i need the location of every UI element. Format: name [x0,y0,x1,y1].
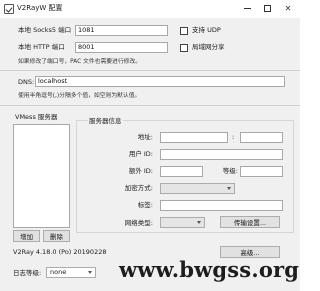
port-change-note: 如果修改了端口号，PAC 文件也需要进行修改。 [18,59,142,65]
chevron-down-icon [197,221,201,224]
chevron-down-icon [88,271,92,274]
user-id-input[interactable] [160,149,283,160]
tag-label: 标签: [137,201,153,209]
server-info-group-label: 服务器信息 [88,117,123,126]
extra-id-label: 额外 ID: [128,167,153,175]
minimize-icon [243,8,251,9]
divider [0,105,300,106]
tag-input[interactable] [160,200,283,211]
add-server-button[interactable]: 增加 [13,230,40,242]
level-label: 等级: [222,167,238,175]
extra-id-input[interactable] [160,166,203,177]
address-label: 地址: [137,133,153,141]
log-level-value: none [50,268,67,276]
socks-port-label: 本地 Socks5 端口 [18,26,72,34]
dns-label: DNS: [18,78,35,86]
maximize-icon [263,5,271,12]
http-port-label: 本地 HTTP 端口 [18,43,65,51]
minimize-button[interactable] [240,2,254,15]
security-label: 加密方式: [124,184,153,192]
port-separator: : [232,133,235,141]
maximize-button[interactable] [260,2,274,15]
network-label: 网络类型: [124,219,153,227]
window-title: V2RayW 配置 [17,4,63,12]
app-logo-icon [4,4,14,14]
log-level-label: 日志等级: [13,269,42,277]
vmess-group-label: VMess 服务器 [15,113,58,121]
dns-note: 使用半角逗号(,)分隔多个值，如空则为默认值。 [18,93,141,99]
network-select[interactable] [160,217,205,228]
close-icon: ✕ [284,4,292,13]
security-select[interactable] [160,183,235,194]
http-port-input[interactable]: 8001 [75,42,168,53]
delete-server-button[interactable]: 删除 [43,230,70,242]
watermark: www.bwgss.org [119,257,300,282]
server-port-input[interactable] [240,132,283,143]
divider [0,70,300,71]
log-level-select[interactable]: none [46,267,96,278]
vmess-server-list[interactable] [13,124,70,228]
close-button[interactable]: ✕ [281,2,295,15]
socks-port-input[interactable]: 1081 [75,25,168,36]
address-input[interactable] [160,132,228,143]
dns-input[interactable]: localhost [35,76,285,87]
level-input[interactable] [240,166,283,177]
udp-checkbox-label: 支持 UDP [192,26,221,34]
lan-share-checkbox[interactable] [180,44,188,52]
version-text: V2Ray 4.18.0 (Po) 20190228 [13,248,107,256]
chevron-down-icon [227,187,231,190]
transport-settings-button[interactable]: 传输设置... [220,216,280,228]
lan-share-label: 局域网分享 [192,43,225,51]
udp-checkbox[interactable] [180,27,188,35]
user-id-label: 用户 ID: [128,150,153,158]
